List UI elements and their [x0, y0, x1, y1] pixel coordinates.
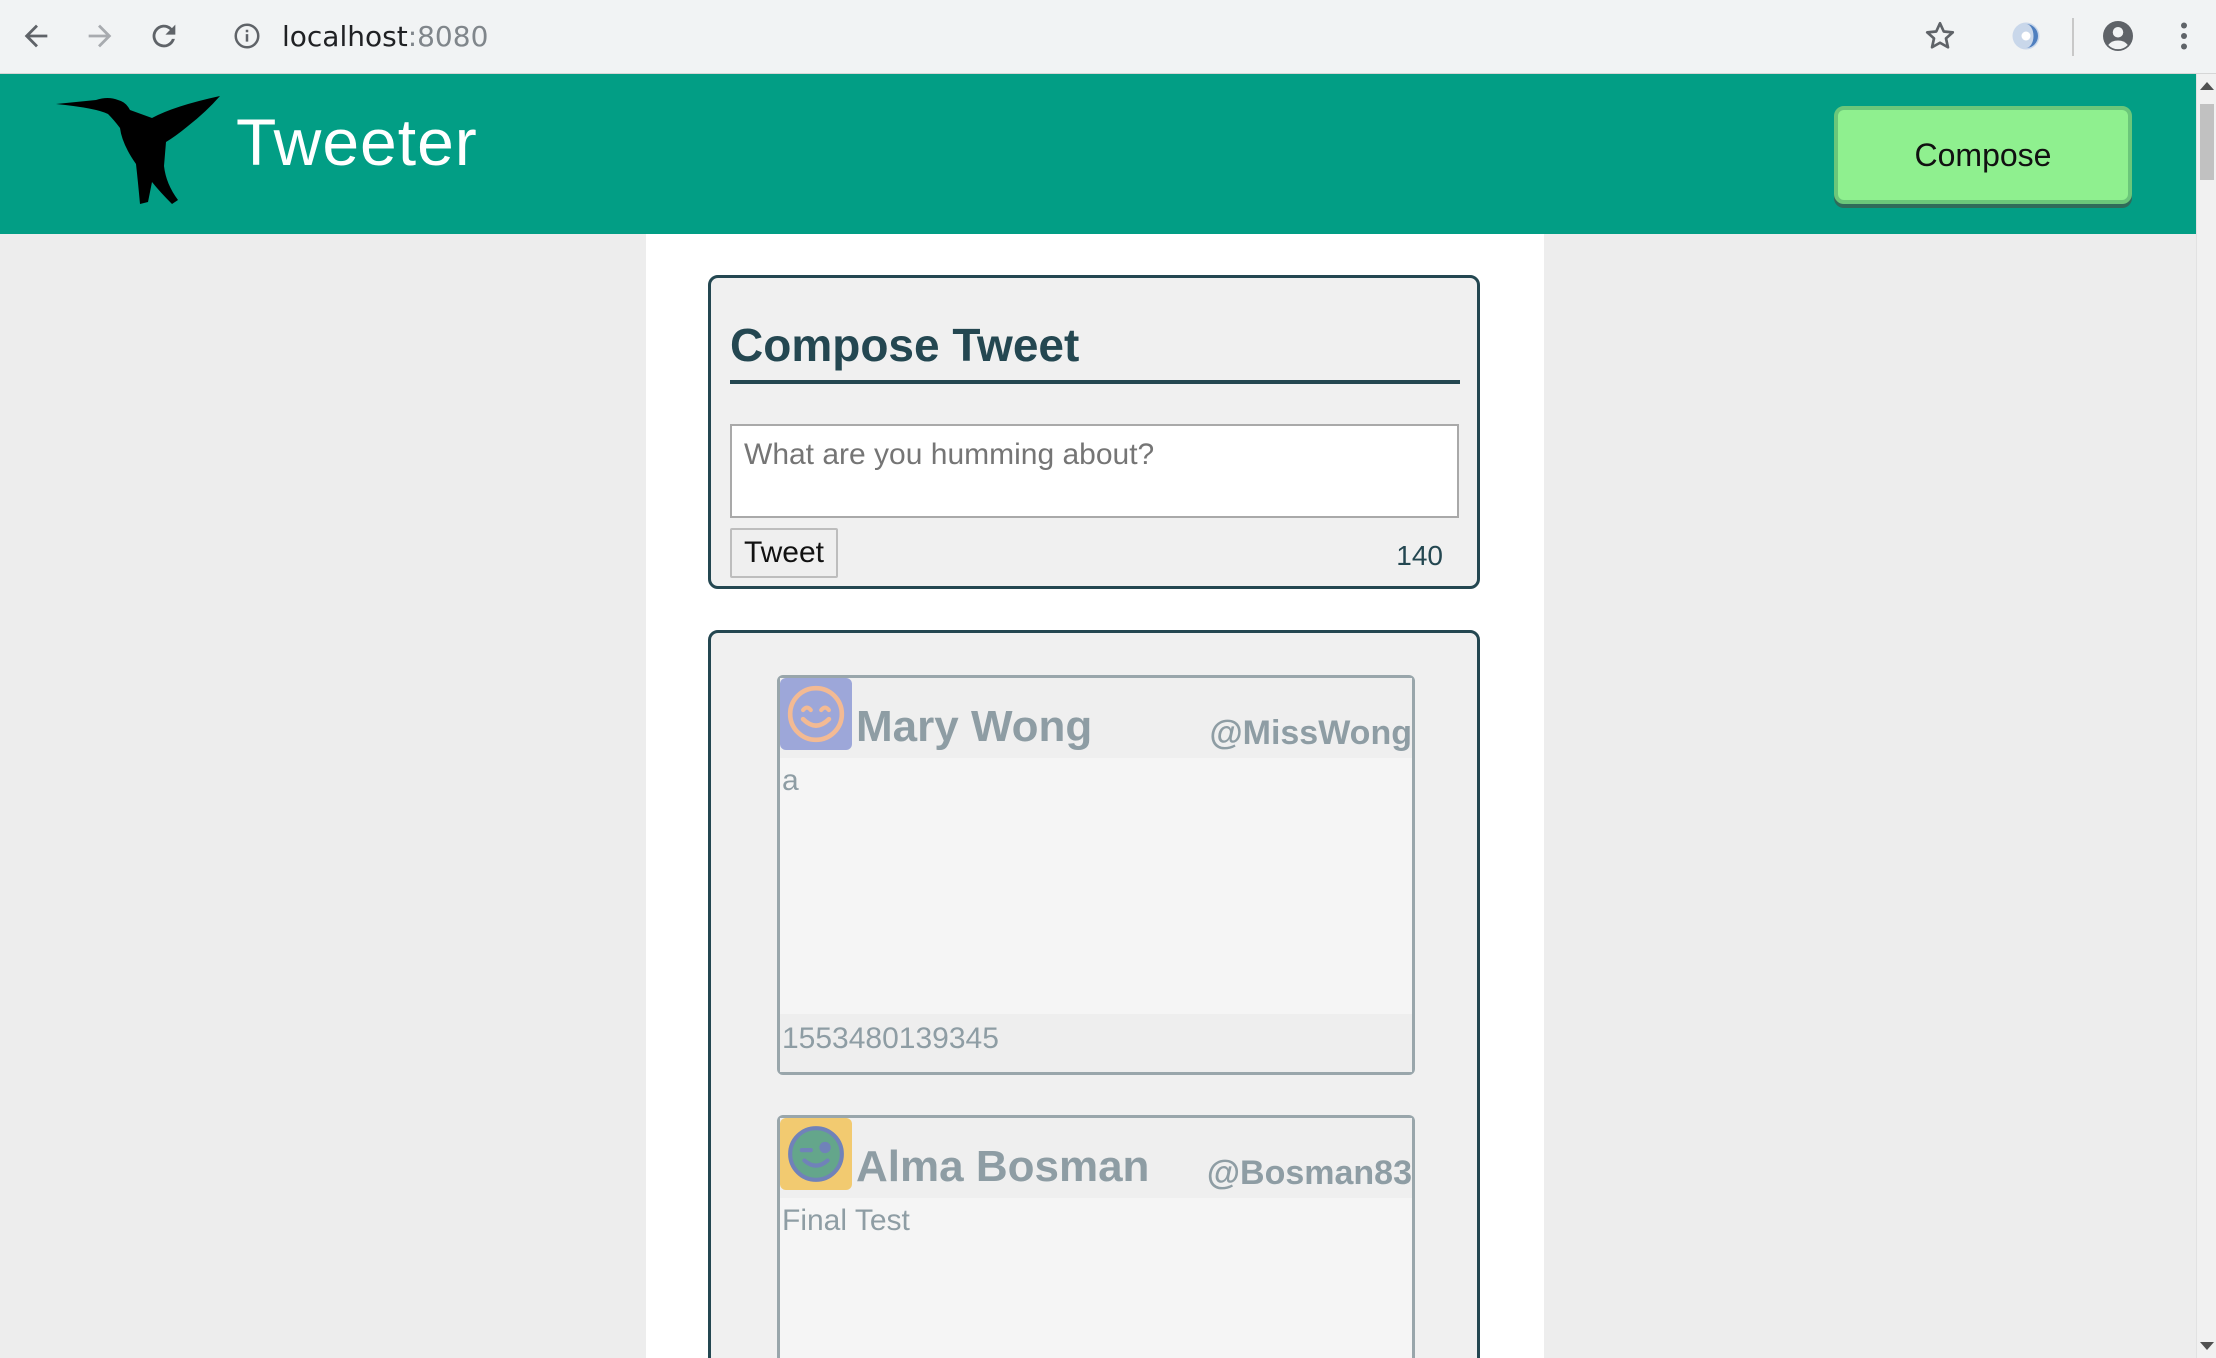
brand-title: Tweeter — [236, 105, 478, 179]
char-counter: 140 — [1396, 540, 1443, 571]
browser-toolbar: localhost:8080 — [0, 0, 2216, 74]
page-scrollbar[interactable] — [2196, 74, 2216, 1358]
url-text: localhost:8080 — [282, 20, 488, 53]
tweet-submit-button[interactable]: Tweet — [730, 528, 838, 578]
address-bar[interactable]: localhost:8080 — [216, 6, 1916, 66]
app-header: Tweeter Compose — [0, 74, 2196, 234]
back-arrow-icon[interactable] — [10, 10, 62, 62]
account-icon[interactable] — [2092, 10, 2144, 62]
hummingbird-logo-icon — [56, 96, 220, 204]
tweet-footer: 1553480139345 — [780, 1014, 1412, 1072]
tweets-feed: Mary Wong @MissWong a 1553480139345 Alma… — [708, 630, 1480, 1358]
smiling-face-icon — [780, 678, 852, 750]
tweet-textarea[interactable] — [730, 424, 1459, 518]
reload-icon[interactable] — [138, 10, 190, 62]
info-icon[interactable] — [228, 17, 266, 55]
winking-face-icon — [780, 1118, 852, 1190]
tweet-author-name: Mary Wong — [856, 702, 1093, 751]
compose-title-underline — [730, 380, 1460, 384]
compose-title: Compose Tweet — [730, 319, 1080, 371]
scroll-down-arrow-icon[interactable] — [2200, 1342, 2214, 1350]
bookmark-star-icon[interactable] — [1914, 10, 1966, 62]
tweet-author-handle: @Bosman83 — [1206, 1154, 1412, 1192]
tweet-content: a — [782, 764, 799, 797]
toolbar-divider — [2072, 18, 2074, 56]
compose-tweet-section: Compose Tweet Tweet 140 — [708, 275, 1480, 589]
tweet-card: Alma Bosman @Bosman83 Final Test — [777, 1115, 1415, 1358]
scroll-thumb[interactable] — [2200, 104, 2214, 180]
tweet-timestamp: 1553480139345 — [782, 1022, 999, 1055]
forward-arrow-icon[interactable] — [74, 10, 126, 62]
scroll-up-arrow-icon[interactable] — [2200, 82, 2214, 90]
tweet-author-name: Alma Bosman — [856, 1142, 1150, 1191]
tweet-card: Mary Wong @MissWong a 1553480139345 — [777, 675, 1415, 1075]
extension-icon[interactable] — [2000, 10, 2052, 62]
tweet-header: Mary Wong @MissWong — [780, 678, 1412, 758]
url-host: localhost — [282, 19, 408, 53]
tweet-author-handle: @MissWong — [1209, 714, 1412, 752]
url-port: :8080 — [407, 19, 489, 53]
menu-dots-icon[interactable] — [2158, 10, 2210, 62]
tweet-content: Final Test — [782, 1204, 910, 1237]
tweet-header: Alma Bosman @Bosman83 — [780, 1118, 1412, 1198]
compose-toggle-button[interactable]: Compose — [1834, 106, 2132, 204]
